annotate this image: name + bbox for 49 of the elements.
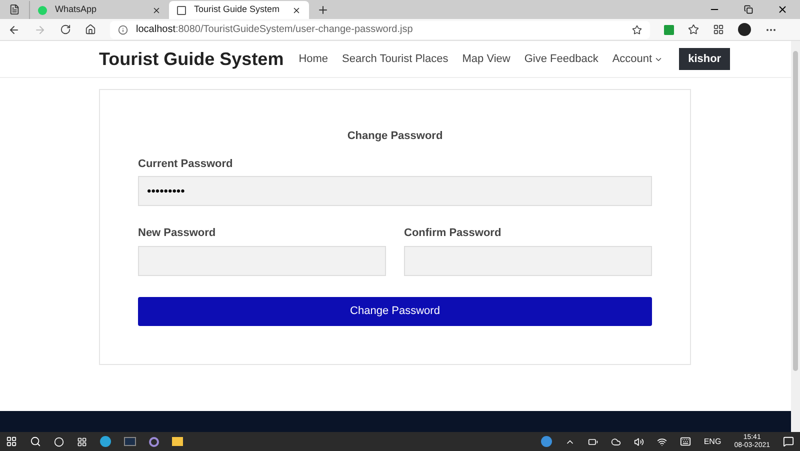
home-icon[interactable] xyxy=(85,24,96,35)
tab-actions-icon[interactable] xyxy=(9,4,20,15)
url-text: localhost:8080/TouristGuideSystem/user-change-password.jsp xyxy=(136,23,414,37)
change-password-button[interactable]: Change Password xyxy=(138,296,652,326)
close-icon[interactable] xyxy=(152,6,161,14)
brand-title[interactable]: Tourist Guide System xyxy=(99,46,284,72)
tab-title: WhatsApp xyxy=(55,3,98,16)
field-label: Current Password xyxy=(138,156,234,172)
language-indicator[interactable]: ENG xyxy=(704,436,722,448)
browser-tab[interactable]: Tourist Guide System xyxy=(169,1,309,19)
collections-icon[interactable] xyxy=(713,24,724,35)
nav-link[interactable]: Home xyxy=(298,50,328,68)
close-icon[interactable] xyxy=(292,6,301,14)
form-title: Change Password xyxy=(346,129,444,144)
nav-link[interactable]: Account xyxy=(612,50,664,68)
cortana-icon[interactable] xyxy=(54,436,64,446)
nav-link[interactable]: Give Feedback xyxy=(524,50,598,68)
field-label: New Password xyxy=(138,226,217,241)
battery-icon[interactable] xyxy=(588,436,598,446)
favorite-icon[interactable] xyxy=(632,24,642,34)
new-tab-icon[interactable] xyxy=(317,4,329,16)
close-icon[interactable] xyxy=(777,4,788,15)
extension-icon[interactable] xyxy=(664,24,674,34)
nav-link[interactable]: Search Tourist Places xyxy=(342,50,448,68)
password-field[interactable]: ••••••••• xyxy=(138,176,652,206)
password-field[interactable] xyxy=(404,246,652,276)
task-view-icon[interactable] xyxy=(77,436,87,446)
scrollbar-thumb[interactable] xyxy=(793,51,798,371)
reload-icon[interactable] xyxy=(60,24,71,35)
cloud-icon[interactable] xyxy=(610,436,621,446)
notifications-icon[interactable] xyxy=(783,436,794,447)
user-button[interactable]: kishor xyxy=(679,48,730,70)
info-icon xyxy=(118,24,128,34)
tab-title: Tourist Guide System xyxy=(194,3,281,16)
password-field[interactable] xyxy=(138,246,386,276)
avatar-icon[interactable] xyxy=(738,23,751,36)
volume-icon[interactable] xyxy=(634,436,644,446)
address-bar[interactable]: localhost:8080/TouristGuideSystem/user-change-password.jsp xyxy=(110,20,650,38)
start-icon[interactable] xyxy=(6,436,17,447)
search-icon[interactable] xyxy=(30,436,41,447)
keyboard-icon[interactable] xyxy=(680,436,691,447)
back-icon[interactable] xyxy=(8,24,20,36)
nav-link[interactable]: Map View xyxy=(462,50,510,68)
wifi-icon[interactable] xyxy=(656,436,667,446)
restore-icon[interactable] xyxy=(744,5,753,14)
page-icon xyxy=(177,6,186,14)
field-label: Confirm Password xyxy=(404,226,502,241)
terminal-icon[interactable] xyxy=(124,437,136,446)
favorites-icon[interactable] xyxy=(688,24,699,35)
